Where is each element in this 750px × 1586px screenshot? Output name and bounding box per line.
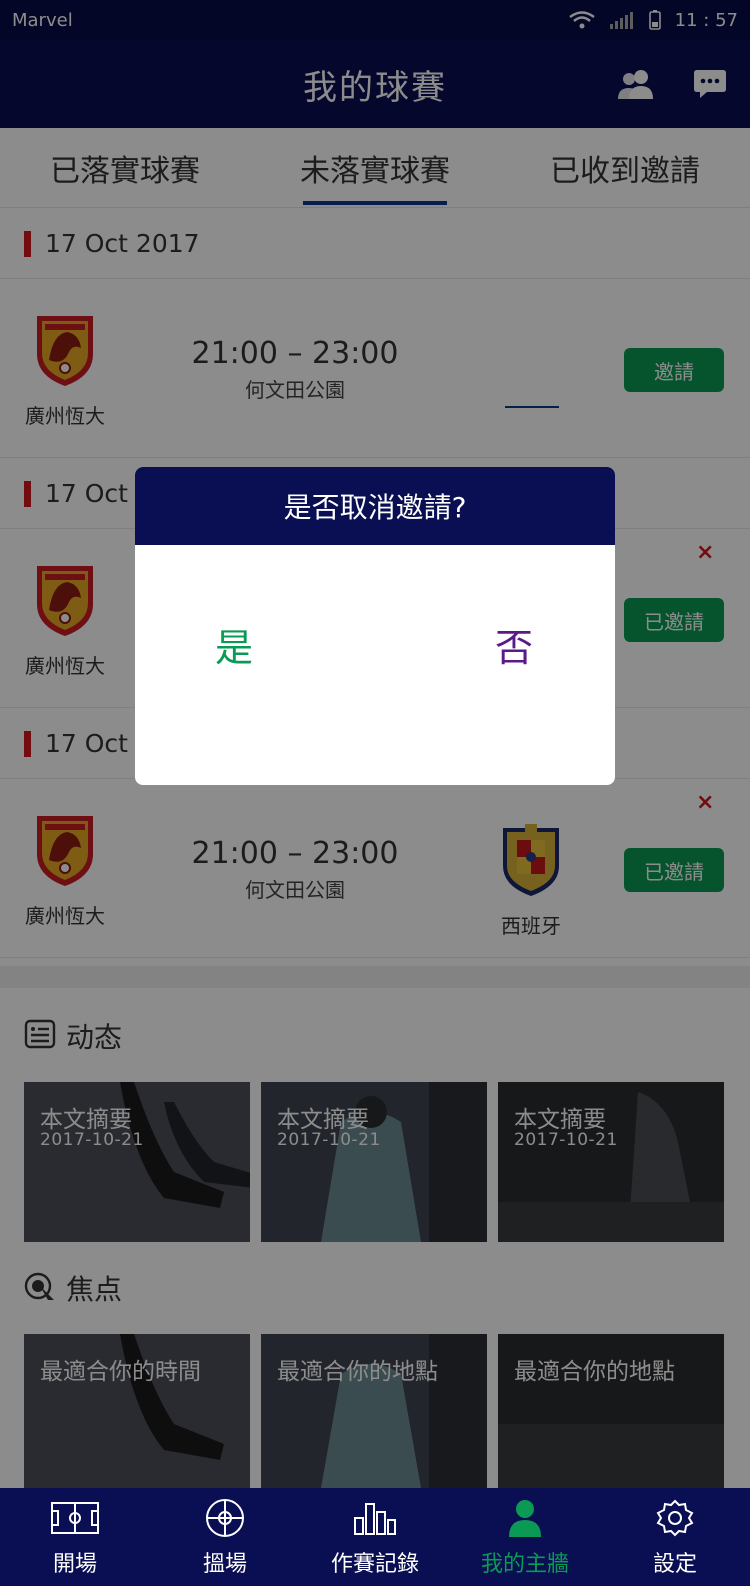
gear-icon: [650, 1496, 700, 1540]
no-button[interactable]: 否: [495, 617, 533, 672]
nav-item-match-record[interactable]: 作賽記錄: [300, 1488, 450, 1586]
bar-chart-icon: [350, 1496, 400, 1540]
nav-label: 作賽記錄: [330, 1552, 419, 1577]
bottom-nav: 開場 搵場 作賽記錄 我的主牆 設定: [0, 1488, 750, 1586]
nav-label: 搵場: [202, 1552, 247, 1577]
nav-item-find-venue[interactable]: 搵場: [150, 1488, 300, 1586]
dialog-title: 是否取消邀請?: [135, 467, 615, 545]
nav-label: 開場: [52, 1552, 97, 1577]
pitch-icon: [50, 1496, 100, 1540]
nav-item-my-wall[interactable]: 我的主牆: [450, 1488, 600, 1586]
nav-label: 設定: [652, 1552, 697, 1577]
cancel-invite-dialog: 是否取消邀請? 是 否: [135, 467, 615, 785]
nav-item-open-match[interactable]: 開場: [0, 1488, 150, 1586]
nav-item-settings[interactable]: 設定: [600, 1488, 750, 1586]
modal-overlay[interactable]: [0, 0, 750, 1586]
nav-label: 我的主牆: [480, 1552, 569, 1577]
ball-icon: [200, 1496, 250, 1540]
yes-button[interactable]: 是: [215, 617, 253, 672]
person-icon: [500, 1496, 550, 1540]
